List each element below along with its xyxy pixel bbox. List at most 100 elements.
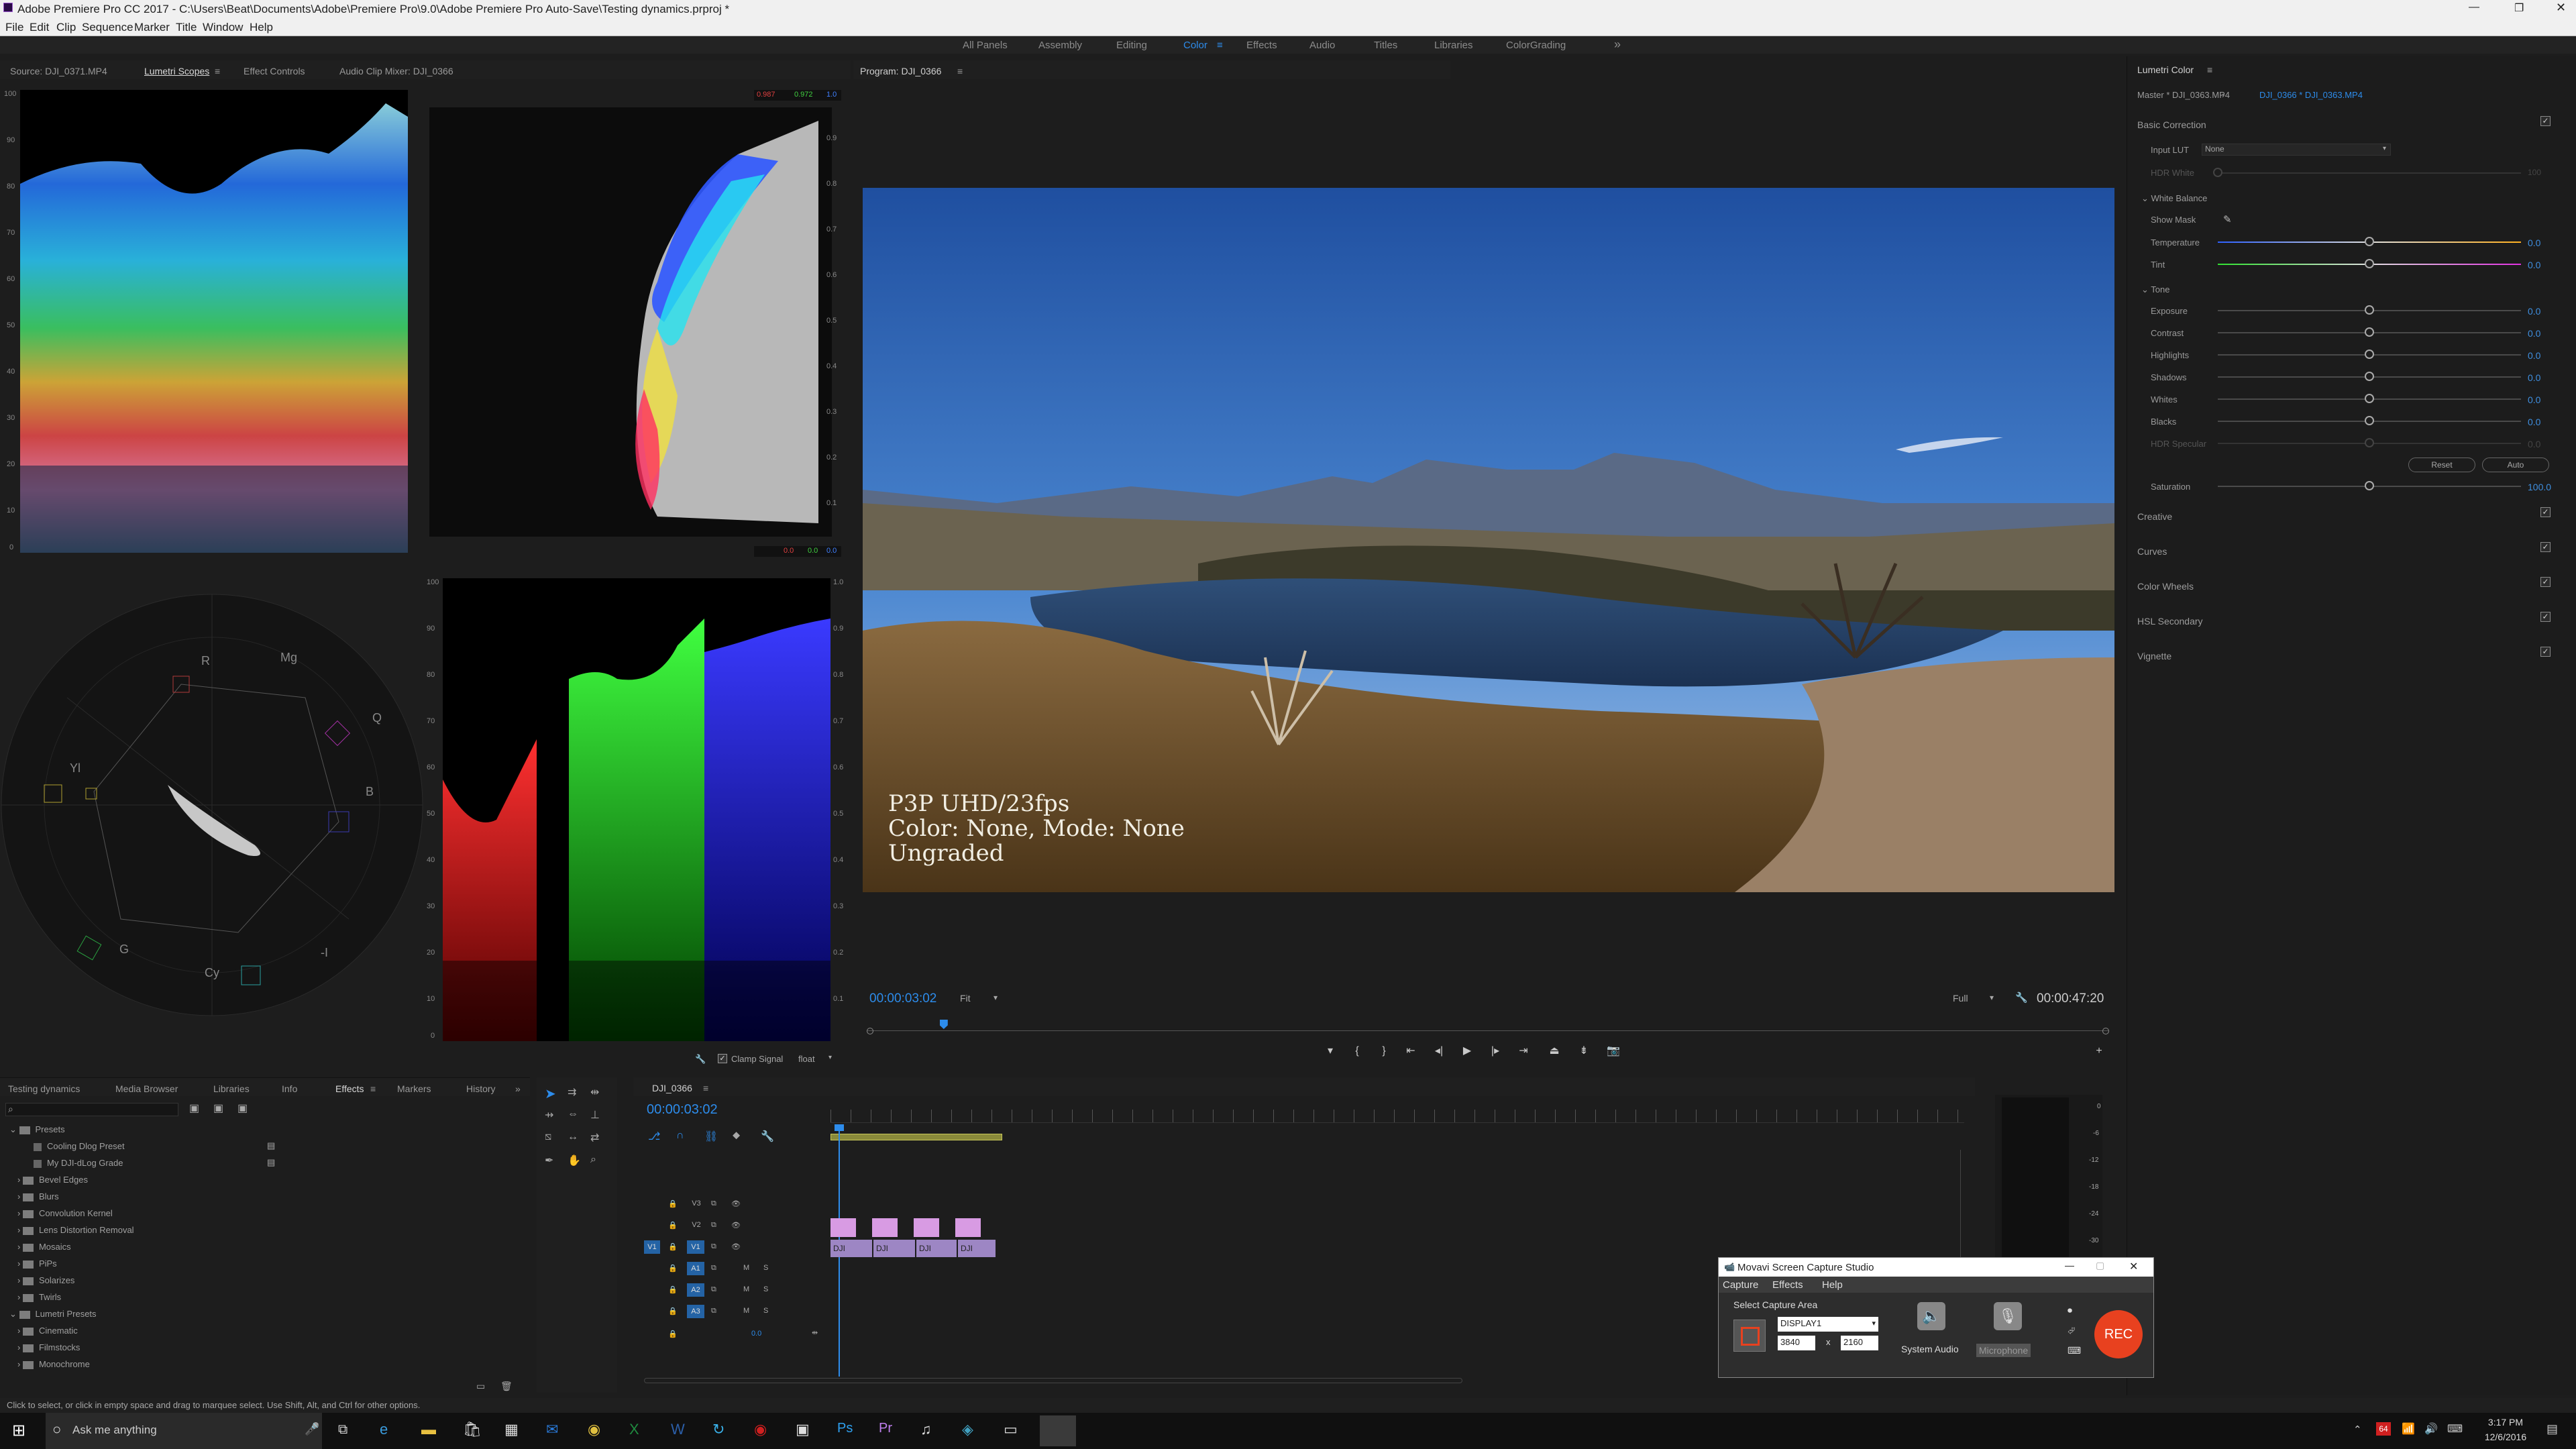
tree-convolution-kernel[interactable]: › Convolution Kernel xyxy=(17,1208,113,1218)
lock-icon[interactable]: 🔒 xyxy=(668,1199,678,1208)
lumetri-active-clip[interactable]: DJI_0366 * DJI_0363.MP4 xyxy=(2259,90,2363,100)
program-title[interactable]: Program: DJI_0366 xyxy=(860,66,941,76)
rolling-edit-tool-icon[interactable]: ⇸ xyxy=(545,1108,553,1122)
timeline-ruler[interactable] xyxy=(830,1110,1964,1123)
windows-start-icon[interactable]: ⊞ xyxy=(12,1421,25,1440)
timeline-timecode[interactable]: 00:00:03:02 xyxy=(647,1102,718,1118)
timeline-clip-v2[interactable] xyxy=(872,1218,898,1237)
workspace-effects[interactable]: Effects xyxy=(1246,40,1277,51)
timeline-clip-v1[interactable]: DJI xyxy=(830,1240,872,1257)
close-icon[interactable]: ✕ xyxy=(2556,1,2566,15)
timeline-settings-icon[interactable]: 🔧 xyxy=(761,1130,774,1143)
timeline-clip-v1[interactable]: DJI xyxy=(916,1240,957,1257)
system-audio-button[interactable]: 🔈 System Audio xyxy=(1897,1297,1964,1375)
timeline-clip-v2[interactable] xyxy=(830,1218,856,1237)
add-marker-icon[interactable]: ▾ xyxy=(1322,1042,1339,1060)
tree-lens-distortion-removal[interactable]: › Lens Distortion Removal xyxy=(17,1225,134,1235)
mute-button[interactable]: M xyxy=(743,1264,749,1272)
workspace-titles[interactable]: Titles xyxy=(1374,40,1397,51)
tone-value-blacks[interactable]: 0.0 xyxy=(2528,417,2540,427)
lock-icon[interactable]: 🔒 xyxy=(668,1285,678,1294)
ripple-edit-tool-icon[interactable]: ⇹ xyxy=(590,1085,599,1099)
microphone-button[interactable]: 🎙 Microphone xyxy=(1974,1297,2041,1375)
excel-icon[interactable]: X xyxy=(629,1421,639,1438)
menu-clip[interactable]: Clip xyxy=(56,21,76,34)
sync-app-icon[interactable]: ↻ xyxy=(712,1421,724,1438)
clock-date[interactable]: 12/6/2016 xyxy=(2482,1432,2529,1442)
tone-value-shadows[interactable]: 0.0 xyxy=(2528,372,2540,383)
workspace-editing[interactable]: Editing xyxy=(1116,40,1147,51)
edge-icon[interactable]: e xyxy=(380,1421,388,1438)
fit-chevron-icon[interactable]: ▾ xyxy=(994,993,998,1002)
store-icon[interactable]: 🛍 xyxy=(463,1421,482,1438)
tab-overflow-icon[interactable]: » xyxy=(515,1083,521,1094)
menu-marker[interactable]: Marker xyxy=(134,21,170,34)
curves-section[interactable]: Curves xyxy=(2137,546,2167,557)
workspace-menu-icon[interactable]: ≡ xyxy=(1217,40,1223,51)
network-icon[interactable]: 📶 xyxy=(2402,1422,2415,1436)
display-select[interactable]: DISPLAY1 ▾ xyxy=(1778,1317,1878,1332)
rate-stretch-tool-icon[interactable]: ⇔ xyxy=(568,1108,578,1120)
calculator-icon[interactable]: ▦ xyxy=(504,1421,519,1438)
tree-blurs[interactable]: › Blurs xyxy=(17,1191,59,1201)
eye-icon[interactable]: 👁 xyxy=(731,1199,741,1208)
movavi-taskbar-icon[interactable] xyxy=(1040,1415,1076,1446)
play-icon[interactable]: ▶ xyxy=(1458,1042,1476,1060)
curves-checkbox[interactable]: ✓ xyxy=(2540,542,2551,552)
tree-my-dji-dlog-grade[interactable]: My DJI-dLog Grade xyxy=(34,1158,123,1168)
mark-out-icon[interactable]: } xyxy=(1375,1042,1393,1060)
tone-value-whites[interactable]: 0.0 xyxy=(2528,394,2540,405)
reset-button[interactable]: Reset xyxy=(2408,458,2475,472)
tree-monochrome[interactable]: › Monochrome xyxy=(17,1359,90,1369)
timeline-playhead-handle[interactable] xyxy=(835,1124,844,1131)
tone-value-exposure[interactable]: 0.0 xyxy=(2528,306,2540,317)
tree-pips[interactable]: › PiPs xyxy=(17,1258,57,1269)
maximize-icon[interactable]: ❐ xyxy=(2514,1,2524,15)
hsl-secondary-section[interactable]: HSL Secondary xyxy=(2137,616,2203,627)
color-wheels-checkbox[interactable]: ✓ xyxy=(2540,577,2551,587)
wrench-icon[interactable]: 🔧 xyxy=(695,1054,706,1065)
basic-correction-header[interactable]: Basic Correction xyxy=(2137,119,2206,130)
quality-select[interactable]: Full xyxy=(1953,993,1968,1004)
music-app-icon[interactable]: ♫ xyxy=(920,1421,932,1438)
movavi-maximize-icon[interactable]: ▢ xyxy=(2096,1260,2104,1271)
tone-knob-whites[interactable] xyxy=(2365,394,2374,403)
source-patch-v1[interactable]: V1 xyxy=(644,1240,660,1254)
timeline-clip-v1[interactable]: DJI xyxy=(958,1240,996,1257)
tab-project[interactable]: Testing dynamics xyxy=(8,1083,80,1094)
photoshop-icon[interactable]: Ps xyxy=(837,1421,853,1436)
timeline-clip-v1[interactable]: DJI xyxy=(873,1240,915,1257)
program-playhead[interactable] xyxy=(939,1020,948,1029)
slide-tool-icon[interactable]: ↔ xyxy=(568,1131,578,1143)
timeline-vscroll[interactable] xyxy=(1960,1150,1961,1257)
workspace-all-panels[interactable]: All Panels xyxy=(963,40,1008,51)
media-app-icon[interactable]: ◉ xyxy=(754,1421,767,1438)
program-timecode[interactable]: 00:00:03:02 xyxy=(869,991,936,1006)
workspace-color[interactable]: Color xyxy=(1183,40,1208,51)
tray-badge[interactable]: 64 xyxy=(2376,1422,2391,1436)
lock-icon[interactable]: 🔒 xyxy=(668,1242,678,1251)
menu-file[interactable]: File xyxy=(5,21,23,34)
movavi-close-icon[interactable]: ✕ xyxy=(2129,1260,2138,1273)
menu-window[interactable]: Window xyxy=(203,21,243,34)
slip-tool-icon[interactable]: ⧅ xyxy=(545,1131,551,1143)
capture-width-input[interactable]: 3840 xyxy=(1778,1336,1815,1350)
settings-wrench-icon[interactable]: 🔧 xyxy=(2015,991,2028,1004)
movavi-minimize-icon[interactable]: — xyxy=(2065,1260,2074,1271)
menu-sequence[interactable]: Sequence xyxy=(82,21,133,34)
notifications-icon[interactable]: ▤ xyxy=(2546,1422,2558,1436)
pen-tool-icon[interactable]: ⇄ xyxy=(590,1131,599,1144)
movavi-menu-effects[interactable]: Effects xyxy=(1772,1279,1803,1291)
workspace-libraries[interactable]: Libraries xyxy=(1434,40,1473,51)
razor-tool-icon[interactable]: ⊥ xyxy=(590,1108,600,1122)
workspace-colorgrading[interactable]: ColorGrading xyxy=(1506,40,1566,51)
master-volume-value[interactable]: 0.0 xyxy=(751,1330,761,1338)
nest-toggle-icon[interactable]: ⎇ xyxy=(648,1130,660,1143)
lift-icon[interactable]: ⏏ xyxy=(1546,1042,1563,1060)
timeline-menu-icon[interactable]: ≡ xyxy=(703,1083,708,1093)
timeline-hscroll[interactable] xyxy=(644,1378,1462,1383)
accelerated-effects-icon[interactable]: ▣ xyxy=(189,1102,199,1115)
cursor-icon[interactable]: ⮰ xyxy=(2068,1325,2075,1336)
go-to-in-icon[interactable]: ⇤ xyxy=(1402,1042,1419,1060)
solo-button[interactable]: S xyxy=(763,1264,768,1272)
